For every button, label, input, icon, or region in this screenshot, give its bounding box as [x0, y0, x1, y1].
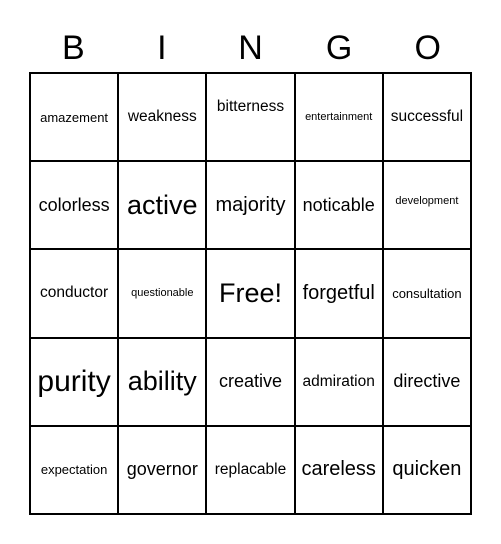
bingo-cell[interactable]: purity — [30, 337, 119, 426]
bingo-cell[interactable]: quicken — [382, 425, 471, 514]
bingo-cell[interactable]: ability — [118, 337, 207, 426]
bingo-cell[interactable]: weakness — [118, 73, 207, 162]
header-letter-g: G — [325, 29, 353, 67]
bingo-cell[interactable]: majority — [206, 161, 295, 250]
header-letter-b: B — [61, 29, 85, 67]
bingo-cell[interactable]: admiration — [294, 337, 383, 426]
bingo-cell-free[interactable]: Free! — [206, 249, 295, 338]
bingo-cell[interactable]: active — [118, 161, 207, 250]
bingo-cell[interactable]: governor — [118, 425, 207, 514]
bingo-cell[interactable]: replacable — [206, 425, 295, 514]
bingo-cell[interactable]: entertainment — [294, 73, 383, 162]
header-letter-i: I — [157, 29, 167, 67]
header-letter-n: N — [238, 29, 263, 67]
bingo-cell[interactable]: questionable — [118, 249, 207, 338]
bingo-cell[interactable]: careless — [294, 425, 383, 514]
bingo-cell[interactable]: development — [382, 161, 471, 250]
bingo-cell[interactable]: colorless — [30, 161, 119, 250]
bingo-grid: amazement weakness bitterness entertainm… — [29, 72, 472, 515]
bingo-header: B I N G O — [29, 28, 472, 68]
bingo-cell[interactable]: forgetful — [294, 249, 383, 338]
bingo-cell[interactable]: noticable — [294, 161, 383, 250]
bingo-cell[interactable]: amazement — [30, 73, 119, 162]
bingo-cell[interactable]: creative — [206, 337, 295, 426]
bingo-cell[interactable]: successful — [382, 73, 471, 162]
bingo-cell[interactable]: consultation — [382, 249, 471, 338]
bingo-cell[interactable]: directive — [382, 337, 471, 426]
bingo-cell[interactable]: bitterness — [206, 73, 295, 162]
bingo-cell[interactable]: expectation — [30, 425, 119, 514]
bingo-cell[interactable]: conductor — [30, 249, 119, 338]
header-letter-o: O — [414, 29, 441, 67]
